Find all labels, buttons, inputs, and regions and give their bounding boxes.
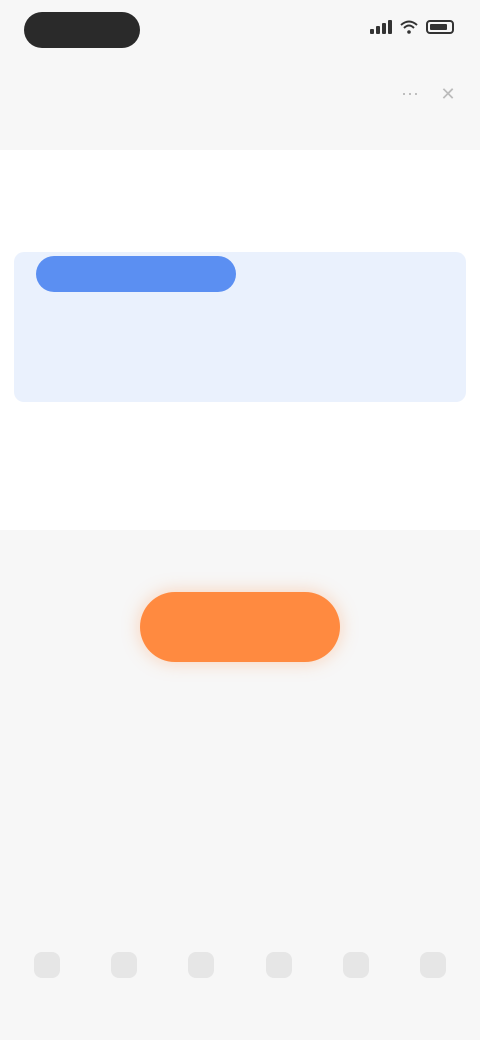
feature-icon bbox=[34, 952, 60, 978]
feature-icon bbox=[419, 952, 446, 978]
promo-badge bbox=[36, 256, 236, 292]
feature-item[interactable] bbox=[244, 952, 314, 1012]
feature-item[interactable] bbox=[321, 952, 391, 1012]
battery-icon bbox=[426, 20, 454, 34]
wifi-icon bbox=[400, 20, 418, 34]
status-icons bbox=[370, 20, 454, 34]
start-trial-button[interactable] bbox=[140, 592, 340, 662]
feature-icon bbox=[265, 952, 292, 978]
feature-row bbox=[12, 952, 468, 1012]
feature-icon bbox=[188, 952, 215, 978]
feature-item[interactable] bbox=[166, 952, 236, 1012]
feature-item[interactable] bbox=[398, 952, 468, 1012]
feature-icon bbox=[111, 952, 138, 978]
feature-item[interactable] bbox=[89, 952, 159, 1012]
feature-item[interactable] bbox=[12, 952, 82, 1012]
status-bar bbox=[0, 0, 480, 64]
close-icon[interactable]: ✕ bbox=[438, 84, 458, 104]
subscription-card bbox=[0, 150, 480, 530]
ellipsis-icon[interactable]: ⋯ bbox=[400, 84, 420, 104]
feature-icon bbox=[342, 952, 369, 978]
nav-header: ⋯ ✕ bbox=[0, 70, 480, 118]
header-actions: ⋯ ✕ bbox=[400, 84, 458, 104]
status-time bbox=[24, 12, 140, 48]
price-box bbox=[14, 252, 466, 402]
signal-icon bbox=[370, 20, 392, 34]
